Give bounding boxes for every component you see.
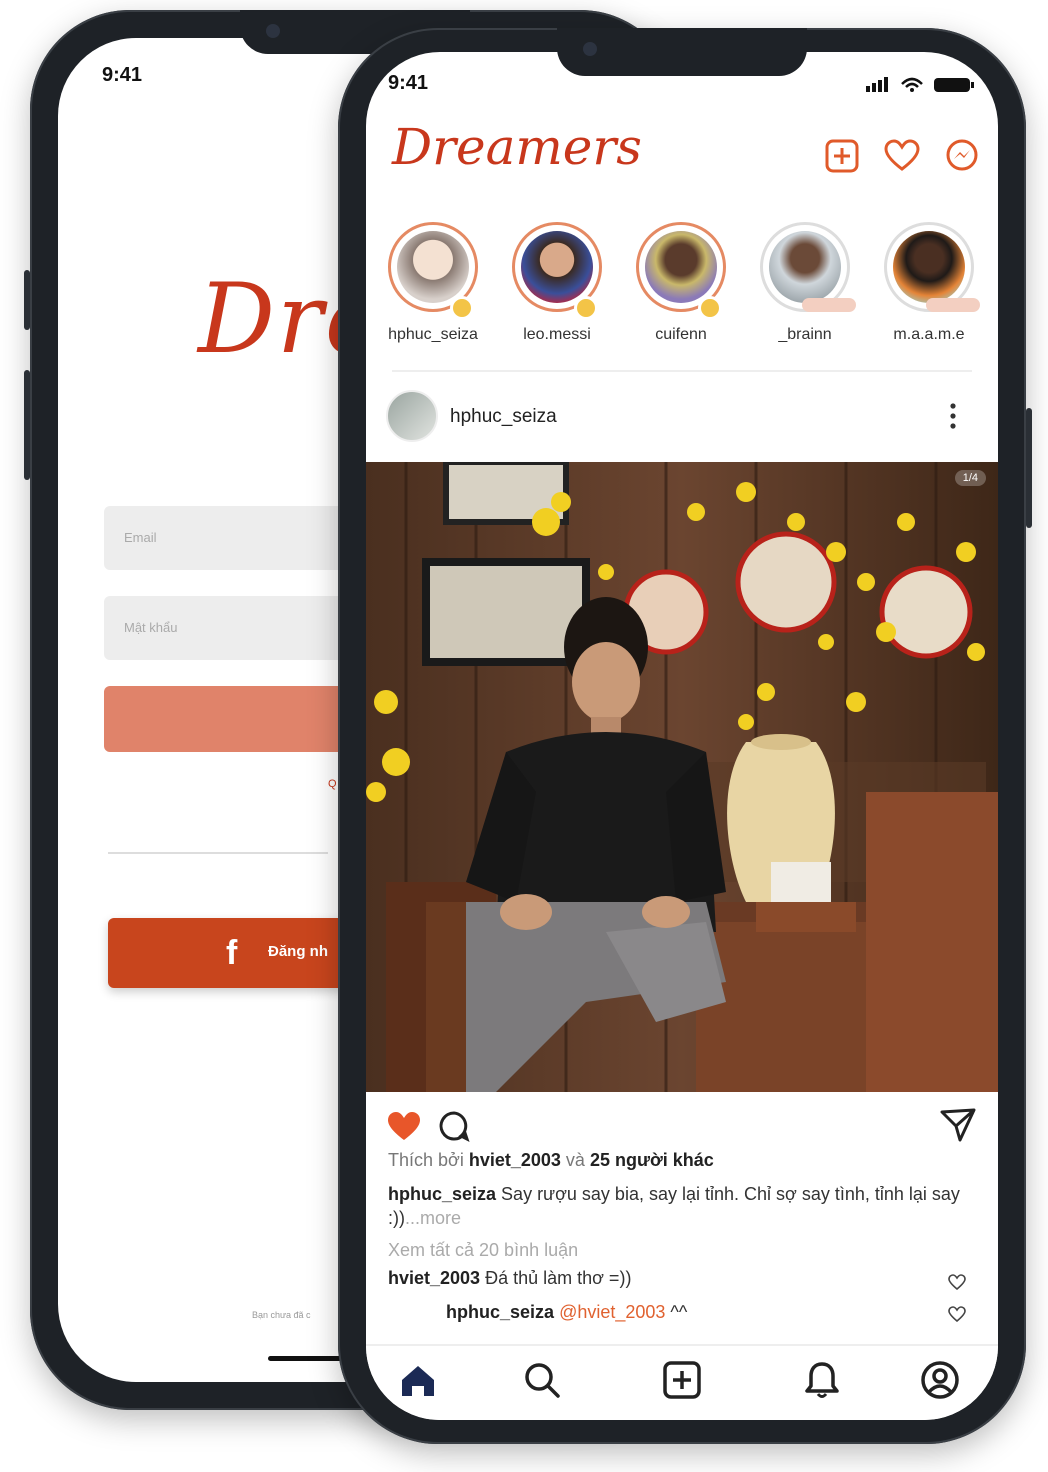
post-username[interactable]: hphuc_seiza — [450, 406, 557, 428]
add-icon[interactable] — [824, 138, 860, 174]
forgot-password-link[interactable]: Q — [328, 778, 337, 790]
email-placeholder: Email — [124, 530, 157, 545]
home-icon[interactable] — [398, 1360, 438, 1400]
post-header: hphuc_seiza — [386, 390, 986, 444]
comment-like-icon[interactable] — [948, 1274, 966, 1290]
reply-text: ^^ — [665, 1302, 688, 1322]
view-all-comments[interactable]: Xem tất cả 20 bình luận — [388, 1240, 578, 1261]
password-placeholder: Mật khẩu — [124, 620, 178, 635]
create-post-icon[interactable] — [662, 1360, 702, 1400]
caption-username[interactable]: hphuc_seiza — [388, 1184, 496, 1204]
bottom-tab-bar — [366, 1344, 998, 1420]
story-item[interactable]: hphuc_seiza — [376, 222, 486, 346]
app-logo: Dreamers — [392, 118, 642, 176]
notifications-icon[interactable] — [802, 1360, 842, 1400]
comment-item: hviet_2003 Đá thủ làm thơ =)) — [388, 1268, 631, 1289]
like-icon[interactable] — [386, 1110, 422, 1142]
comment-icon[interactable] — [438, 1110, 470, 1142]
story-name: m.a.a.m.e — [893, 326, 965, 343]
stories-row: hphuc_seiza leo.messi cuifenn _brainn m. — [376, 222, 988, 343]
story-name: _brainn — [778, 326, 832, 343]
facebook-icon: f — [226, 934, 238, 972]
status-time: 9:41 — [102, 64, 143, 86]
story-item[interactable]: cuifenn — [624, 222, 734, 346]
reply-username[interactable]: hphuc_seiza — [446, 1302, 554, 1322]
stories-divider — [392, 370, 972, 372]
signup-prompt[interactable]: Bạn chưa đã c — [252, 1310, 311, 1320]
story-name: hphuc_seiza — [388, 326, 478, 343]
post-actions — [386, 1104, 976, 1148]
camera-icon — [583, 42, 597, 56]
likes-and: và — [560, 1150, 590, 1170]
caption-more-link[interactable]: ...more — [405, 1208, 461, 1228]
story-badge — [926, 298, 980, 312]
story-name: leo.messi — [523, 326, 591, 343]
story-item[interactable]: leo.messi — [500, 222, 610, 346]
online-dot — [574, 296, 598, 320]
story-badge — [802, 298, 856, 312]
share-icon[interactable] — [940, 1108, 976, 1142]
camera-icon — [266, 24, 280, 38]
story-name: cuifenn — [655, 326, 707, 343]
status-time: 9:41 — [388, 72, 429, 94]
comment-username[interactable]: hviet_2003 — [388, 1268, 480, 1288]
post-avatar[interactable] — [386, 390, 438, 442]
image-counter: 1/4 — [954, 470, 986, 486]
story-item[interactable]: m.a.a.m.e — [872, 222, 982, 346]
feed-phone: 9:41 Dreamers hphuc_seiza leo.messi cuif… — [338, 28, 1032, 1444]
feed-screen: 9:41 Dreamers hphuc_seiza leo.messi cuif… — [366, 52, 998, 1420]
liked-by-user[interactable]: hviet_2003 — [469, 1150, 561, 1170]
more-options-icon[interactable] — [950, 402, 956, 430]
post-caption: hphuc_seiza Say rượu say bia, say lại tỉ… — [388, 1182, 968, 1230]
post-photo[interactable]: 1/4 — [366, 462, 998, 1092]
liked-by-others[interactable]: 25 người khác — [590, 1150, 714, 1170]
facebook-login-label: Đăng nh — [268, 943, 328, 960]
story-item[interactable]: _brainn — [748, 222, 858, 346]
divider — [108, 852, 328, 854]
reply-item: hphuc_seiza @hviet_2003 ^^ — [446, 1302, 687, 1323]
likes-summary[interactable]: Thích bởi hviet_2003 và 25 người khác — [388, 1150, 714, 1171]
reply-mention[interactable]: @hviet_2003 — [559, 1302, 665, 1322]
status-icons — [866, 77, 974, 92]
heart-icon[interactable] — [884, 138, 920, 174]
notch — [557, 28, 807, 76]
reply-like-icon[interactable] — [948, 1306, 966, 1322]
comment-text: Đá thủ làm thơ =)) — [480, 1268, 632, 1288]
online-dot — [698, 296, 722, 320]
online-dot — [450, 296, 474, 320]
messenger-icon[interactable] — [944, 138, 980, 174]
post-image — [366, 462, 998, 1092]
search-icon[interactable] — [522, 1360, 562, 1400]
profile-icon[interactable] — [920, 1360, 960, 1400]
likes-prefix: Thích bởi — [388, 1150, 469, 1170]
